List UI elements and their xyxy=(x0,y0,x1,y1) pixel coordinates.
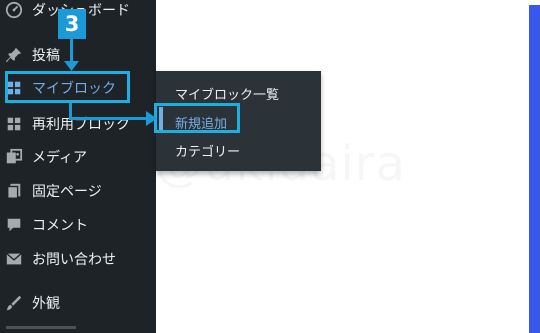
sidebar-item-label: お問い合わせ xyxy=(32,252,116,268)
dashboard-icon xyxy=(5,1,23,19)
sidebar-item-media[interactable]: メディア xyxy=(0,140,156,174)
arrow-right-icon xyxy=(146,111,157,126)
media-icon xyxy=(6,148,23,164)
mail-icon xyxy=(6,253,22,265)
arrow-line xyxy=(69,117,150,120)
sidebar-item-myblocks[interactable]: マイブロック xyxy=(0,71,156,105)
right-accent-strip xyxy=(529,5,540,333)
sidebar-item-label: マイブロック xyxy=(32,81,116,97)
grid-icon xyxy=(7,81,21,95)
sidebar-item-appearance[interactable]: 外観 xyxy=(0,286,156,320)
sidebar-item-pages[interactable]: 固定ページ xyxy=(0,174,156,208)
arrow-down-icon xyxy=(64,61,79,71)
sidebar-item-reusable-blocks[interactable]: 再利用ブロック xyxy=(0,107,156,141)
sidebar-item-comments[interactable]: コメント xyxy=(0,208,156,242)
current-item-indicator xyxy=(159,107,163,132)
sidebar-item-label: 投稿 xyxy=(32,48,60,64)
sidebar-item-contact[interactable]: お問い合わせ xyxy=(0,242,156,276)
submenu-flyout: マイブロック一覧 新規追加 カテゴリー xyxy=(156,71,321,171)
brush-icon xyxy=(6,295,22,311)
submenu-item-myblock-list[interactable]: マイブロック一覧 xyxy=(175,84,279,103)
admin-sidebar: ダッシュボード 投稿 マイブロック 再利用ブロック メディア 固定ページ コメン… xyxy=(0,0,156,333)
sidebar-item-partial xyxy=(6,326,76,329)
pin-icon xyxy=(5,47,22,63)
submenu-item-categories[interactable]: カテゴリー xyxy=(175,141,240,160)
page-icon xyxy=(7,183,21,199)
comment-icon xyxy=(7,218,21,232)
submenu-item-add-new[interactable]: 新規追加 xyxy=(175,113,227,132)
sidebar-item-label: メディア xyxy=(32,150,88,166)
grid-icon xyxy=(7,117,21,131)
sidebar-item-label: 固定ページ xyxy=(32,184,102,200)
sidebar-item-label: コメント xyxy=(32,218,88,234)
sidebar-item-label: 外観 xyxy=(32,296,60,312)
step-badge: 3 xyxy=(58,9,86,39)
